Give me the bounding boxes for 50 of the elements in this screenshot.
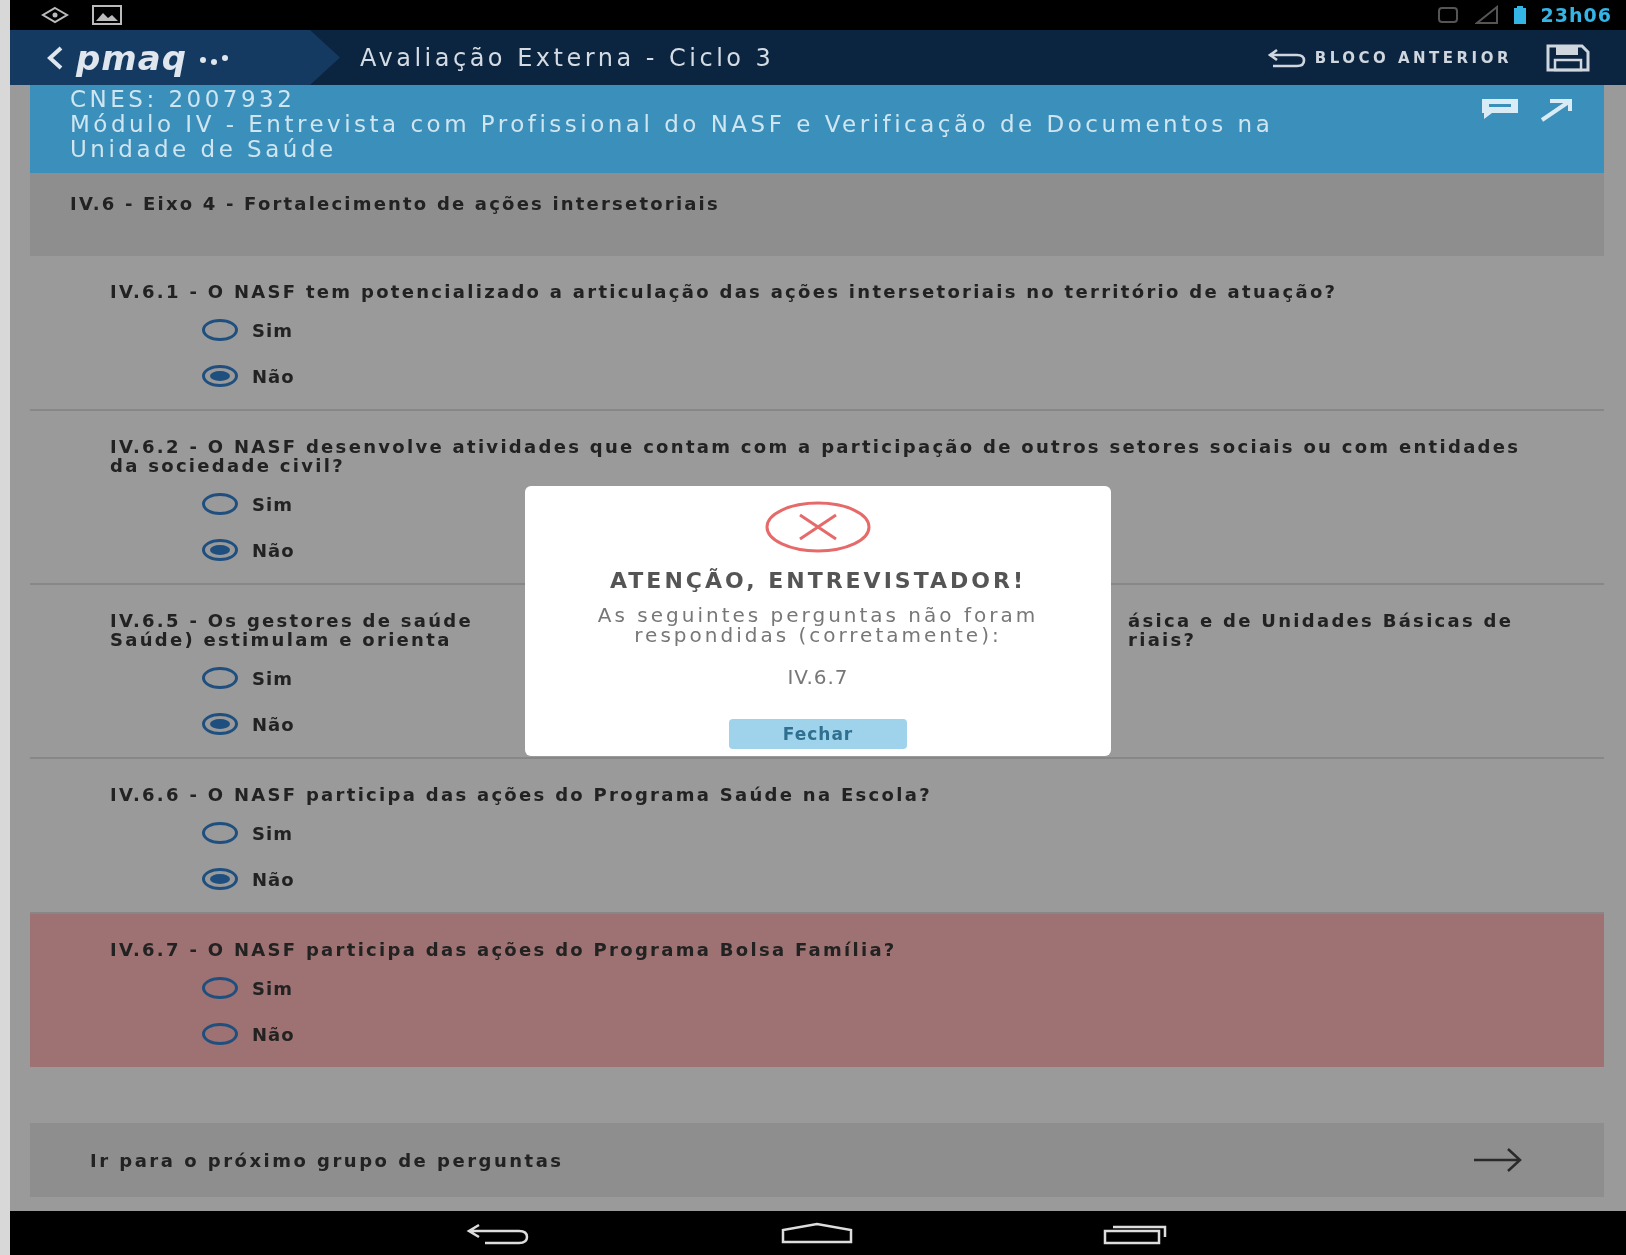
- save-icon[interactable]: [1546, 43, 1590, 72]
- module-title: Módulo IV - Entrevista com Profissional do NASF e Verificação de Documentos na Unidade de Saúde: [70, 112, 1275, 162]
- question-text: ásica e de Unidades Básicas de: [1128, 611, 1515, 630]
- arrow-right-icon: [1472, 1147, 1524, 1173]
- question-text: IV.6.6 - O NASF participa das ações do Programa Saúde na Escola?: [110, 785, 933, 804]
- radio-button[interactable]: [202, 977, 238, 999]
- question-text: riais?: [1128, 630, 1198, 649]
- clock-time: 23h06: [1540, 4, 1612, 26]
- option-label[interactable]: Não: [252, 1023, 295, 1045]
- previous-block-button[interactable]: BLOCO ANTERIOR: [1262, 42, 1516, 73]
- radio-button[interactable]: [202, 822, 238, 844]
- question-text: IV.6.5 - Os gestores de saúde: [110, 611, 473, 630]
- question-text: IV.6.1 - O NASF tem potencializado a articulação das ações intersetoriais no território de atuação?: [110, 282, 1339, 301]
- signal-icon: [1474, 5, 1499, 25]
- undo-icon: [1266, 46, 1307, 69]
- option-label[interactable]: Não: [252, 868, 295, 890]
- option-label[interactable]: Sim: [252, 822, 293, 844]
- radio-button[interactable]: [202, 365, 238, 387]
- comment-icon[interactable]: [1480, 97, 1520, 121]
- battery-icon: [1512, 5, 1527, 25]
- question-text: Saúde) estimulam e orienta: [110, 630, 453, 649]
- cnes-code: CNES: 2007932: [70, 87, 297, 112]
- radio-button[interactable]: [202, 539, 238, 561]
- question-code: IV.6.7: [787, 665, 849, 689]
- radio-button[interactable]: [202, 868, 238, 890]
- back-icon[interactable]: [465, 1221, 531, 1245]
- logo-panel[interactable]: pmaq: [10, 30, 340, 85]
- home-icon[interactable]: [781, 1222, 853, 1244]
- option-label[interactable]: Sim: [252, 319, 293, 341]
- error-icon: [764, 500, 872, 554]
- section-title: IV.6 - Eixo 4 - Fortalecimento de ações intersetoriais: [70, 193, 720, 214]
- option-label[interactable]: Não: [252, 713, 295, 735]
- app-title: Avaliação Externa - Ciclo 3: [360, 43, 776, 72]
- radio-button[interactable]: [202, 667, 238, 689]
- dialog-message: As seguintes perguntas não foram respondidas (corretamente):: [596, 605, 1040, 645]
- next-group-button[interactable]: Ir para o próximo grupo de perguntas: [30, 1123, 1604, 1197]
- question-text: IV.6.2 - O NASF desenvolve atividades que contam com a participação de outros setores sociais ou com entidades da sociedade civil?: [110, 437, 1522, 475]
- radio-button[interactable]: [202, 319, 238, 341]
- radio-button[interactable]: [202, 1023, 238, 1045]
- question-text: IV.6.7 - O NASF participa das ações do Programa Bolsa Família?: [110, 940, 898, 959]
- option-label[interactable]: Não: [252, 539, 295, 561]
- option-label[interactable]: Sim: [252, 493, 293, 515]
- logo: pmaq: [76, 40, 188, 75]
- option-label[interactable]: Sim: [252, 667, 293, 689]
- option-label[interactable]: Não: [252, 365, 295, 387]
- option-label[interactable]: Sim: [252, 977, 293, 999]
- image-icon: [92, 5, 122, 25]
- radio-button[interactable]: [202, 713, 238, 735]
- dialog-title: ATENÇÃO, ENTREVISTADOR!: [610, 568, 1026, 593]
- radio-button[interactable]: [202, 493, 238, 515]
